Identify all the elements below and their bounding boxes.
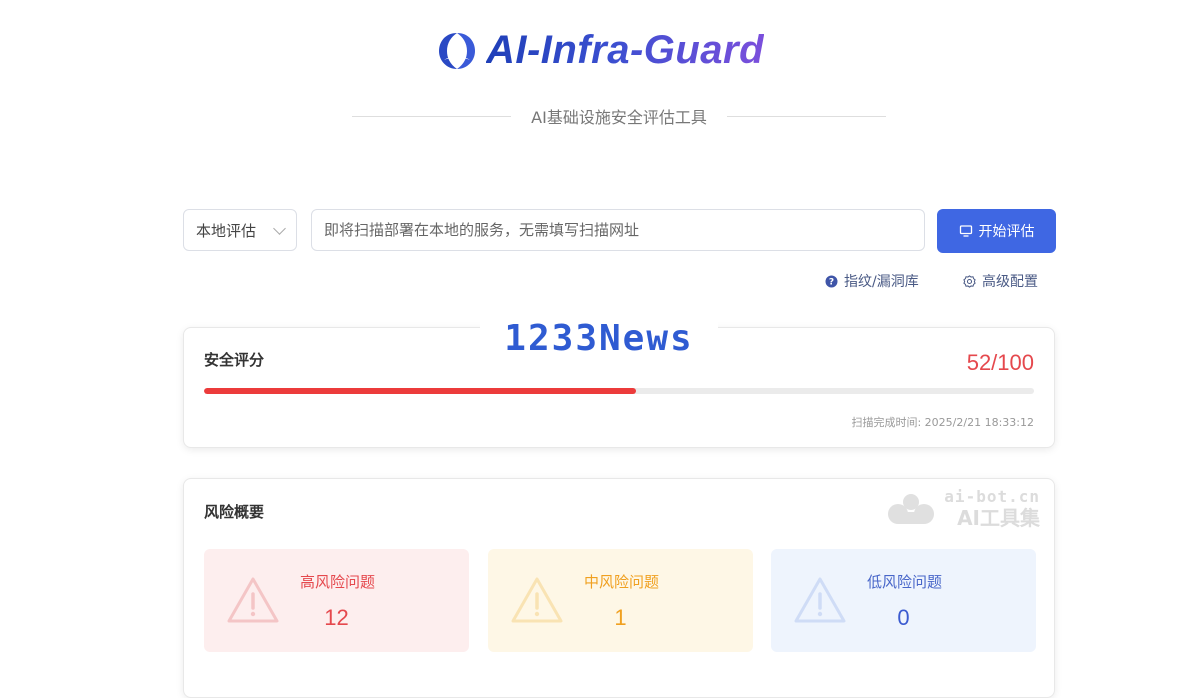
mode-select[interactable]: 本地评估: [183, 209, 297, 251]
app-logo-text: AI-Infra-Guard: [485, 28, 765, 72]
security-score-progress-fill: [204, 388, 636, 394]
cloud-logo-icon: [888, 493, 935, 524]
subtitle-row: AI基础设施安全评估工具: [352, 104, 887, 128]
medium-risk-box[interactable]: 中风险问题 1: [488, 549, 753, 652]
scan-complete-time: 扫描完成时间: 2025/2/21 18:33:12: [851, 416, 1034, 429]
gear-icon: [963, 274, 976, 288]
start-evaluation-label: 开始评估: [978, 224, 1035, 240]
fingerprint-vuln-db-link[interactable]: ? 指纹/漏洞库: [825, 271, 919, 291]
high-risk-box[interactable]: 高风险问题 12: [204, 549, 469, 652]
high-risk-count: 12: [324, 605, 349, 630]
crescent-logo-icon: [438, 32, 475, 69]
divider-right: [726, 115, 887, 117]
risk-overview-title: 风险概要: [204, 503, 265, 521]
high-risk-label: 高风险问题: [299, 573, 375, 591]
ai-bot-watermark-url: ai-bot.cn: [944, 487, 1040, 506]
low-risk-count: 0: [897, 605, 910, 630]
fingerprint-vuln-db-label: 指纹/漏洞库: [844, 274, 919, 290]
advanced-config-label: 高级配置: [982, 274, 1038, 290]
divider-left: [352, 115, 512, 117]
security-score-progress: [204, 388, 1034, 394]
risk-overview-card: 风险概要 ai-bot.cn AI工具集 高风险问题 12 中风险问题 1 低风…: [183, 478, 1055, 698]
app-logo: AI-Infra-Guard: [0, 28, 1200, 73]
scan-target-input[interactable]: [311, 209, 925, 251]
security-score-value: 52/100: [966, 350, 1034, 375]
start-evaluation-button[interactable]: 开始评估: [937, 209, 1056, 253]
news-watermark: 1233News: [480, 318, 718, 359]
low-risk-label: 低风险问题: [866, 573, 942, 591]
svg-text:?: ?: [829, 277, 834, 287]
advanced-config-link[interactable]: 高级配置: [963, 271, 1038, 291]
medium-risk-count: 1: [614, 605, 627, 630]
app-subtitle: AI基础设施安全评估工具: [531, 108, 707, 127]
question-circle-icon: ?: [825, 275, 838, 287]
ai-bot-watermark-name: AI工具集: [957, 506, 1040, 530]
ai-bot-watermark: ai-bot.cn AI工具集: [884, 489, 1040, 528]
mode-select-value: 本地评估: [196, 221, 257, 240]
chevron-down-icon: [273, 221, 286, 235]
low-risk-box[interactable]: 低风险问题 0: [771, 549, 1036, 652]
monitor-icon: [959, 225, 972, 237]
security-score-label: 安全评分: [204, 351, 265, 369]
medium-risk-label: 中风险问题: [583, 573, 659, 591]
